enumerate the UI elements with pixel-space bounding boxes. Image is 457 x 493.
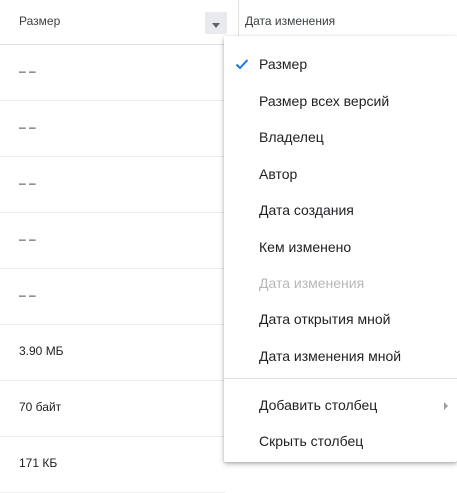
size-cell: – – (19, 288, 36, 302)
menu-item-author[interactable]: Автор (224, 159, 457, 191)
menu-item-label: Дата изменения мной (259, 348, 402, 364)
column-header-modified-label: Дата изменения (245, 14, 336, 28)
menu-item-label: Размер (259, 56, 308, 72)
menu-item-label: Скрыть столбец (259, 433, 364, 449)
size-cell: 171 КБ (19, 456, 58, 470)
chevron-right-icon (444, 402, 448, 410)
menu-item-label: Владелец (259, 129, 324, 145)
menu-item-modified-by[interactable]: Кем изменено (224, 232, 457, 264)
menu-item-owner[interactable]: Владелец (224, 122, 457, 154)
menu-item-created[interactable]: Дата создания (224, 195, 457, 227)
table-row[interactable]: 171 КБ (0, 437, 225, 493)
table-row[interactable]: – – (0, 213, 225, 269)
size-cell: – – (19, 64, 36, 78)
menu-item-label: Дата изменения (259, 275, 365, 291)
menu-item-hide-column[interactable]: Скрыть столбец (224, 426, 457, 458)
column-header-size-label: Размер (19, 14, 61, 28)
size-cell: – – (19, 120, 36, 134)
size-cell: 70 байт (19, 400, 62, 414)
menu-item-label: Размер всех версий (259, 93, 390, 109)
menu-item-size[interactable]: Размер (224, 49, 457, 81)
sort-down-icon (212, 23, 220, 28)
menu-item-size-all-versions[interactable]: Размер всех версий (224, 86, 457, 118)
menu-item-modified-by-me[interactable]: Дата изменения мной (224, 341, 457, 373)
menu-item-label: Дата создания (259, 202, 354, 218)
column-options-button[interactable] (205, 12, 227, 34)
column-options-menu: Размер Размер всех версий Владелец Автор… (224, 36, 457, 462)
menu-item-label: Дата открытия мной (259, 311, 391, 327)
menu-item-label: Кем изменено (259, 239, 352, 255)
menu-divider (224, 378, 457, 379)
table-row[interactable]: – – (0, 269, 225, 325)
menu-item-opened-by-me[interactable]: Дата открытия мной (224, 304, 457, 336)
size-cell: 3.90 МБ (19, 344, 64, 358)
menu-item-modified: Дата изменения (224, 268, 457, 300)
column-header-size[interactable]: Размер (0, 0, 239, 44)
table-row[interactable]: 3.90 МБ (0, 325, 225, 381)
table-row[interactable]: – – (0, 45, 225, 101)
table-row[interactable]: – – (0, 101, 225, 157)
table-row[interactable]: – – (0, 157, 225, 213)
menu-item-label: Автор (259, 166, 298, 182)
check-icon (235, 59, 249, 70)
menu-item-label: Добавить столбец (259, 397, 378, 413)
size-cell: – – (19, 176, 36, 190)
table-row[interactable]: 70 байт (0, 381, 225, 437)
size-cell: – – (19, 232, 36, 246)
menu-item-add-column[interactable]: Добавить столбец (224, 390, 457, 422)
